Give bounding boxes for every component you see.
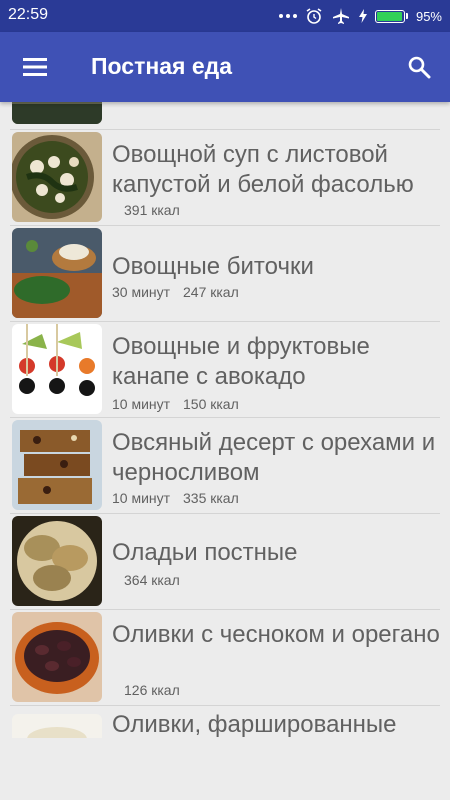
recipe-title: Овсяный десерт с орехами и черносливом	[112, 429, 436, 486]
recipe-item[interactable]: Оливки с чесноком и орегано 126 ккал	[0, 612, 450, 704]
battery-percent: 95%	[415, 8, 442, 24]
menu-button[interactable]	[14, 46, 56, 88]
recipe-title: Овощные и фруктовые канапе с авокадо	[112, 333, 370, 390]
recipe-time: 10 минут	[112, 490, 171, 506]
recipe-thumbnail-partial	[12, 102, 102, 124]
app-bar: Постная еда	[0, 32, 450, 102]
recipe-calories: 391 ккал	[124, 202, 180, 218]
recipe-time: 10 минут	[112, 396, 171, 412]
charging-icon	[358, 9, 367, 23]
recipe-calories: 364 ккал	[124, 572, 180, 588]
recipe-calories: 247 ккал	[183, 284, 239, 300]
recipe-thumbnail	[12, 516, 102, 606]
page-title: Постная еда	[91, 53, 233, 79]
recipe-thumbnail	[12, 132, 102, 222]
recipe-item[interactable]: Овощные и фруктовые канапе с авокадо 10 …	[0, 324, 450, 416]
recipe-time: 30 минут	[112, 284, 171, 300]
recipe-list[interactable]: Овощной суп с листовой капустой и белой …	[0, 102, 450, 738]
recipe-item[interactable]: Овощной суп с листовой капустой и белой …	[0, 132, 450, 224]
recipe-thumbnail	[12, 324, 102, 414]
recipe-thumbnail	[12, 714, 102, 738]
recipe-thumbnail	[12, 612, 102, 702]
recipe-item[interactable]: Овсяный десерт с орехами и черносливом 1…	[0, 420, 450, 512]
status-icons: 95%	[278, 4, 442, 28]
more-dots-icon	[278, 14, 297, 18]
recipe-title: Овощные биточки	[112, 253, 314, 280]
status-time: 22:59	[8, 6, 49, 23]
search-icon	[408, 56, 431, 79]
recipe-title: Оладьи постные	[112, 539, 298, 566]
airplane-icon	[332, 8, 349, 24]
recipe-title: Оливки, фаршированные	[112, 711, 397, 738]
recipe-calories: 126 ккал	[124, 682, 180, 698]
recipe-title: Оливки с чесноком и орегано	[112, 621, 440, 648]
recipe-item[interactable]: Овощные биточки 30 минут 247 ккал	[0, 228, 450, 320]
battery-icon	[374, 9, 408, 23]
hamburger-icon	[23, 58, 47, 76]
recipe-item[interactable]: Оливки, фаршированные	[0, 708, 450, 738]
status-bar: 22:59 95%	[0, 0, 450, 32]
recipe-thumbnail	[12, 420, 102, 510]
recipe-calories: 150 ккал	[183, 396, 239, 412]
recipe-item[interactable]: Оладьи постные 364 ккал	[0, 516, 450, 608]
search-button[interactable]	[398, 46, 440, 88]
alarm-icon	[306, 8, 322, 24]
recipe-title: Овощной суп с листовой капустой и белой …	[112, 141, 414, 198]
recipe-thumbnail	[12, 228, 102, 318]
recipe-calories: 335 ккал	[183, 490, 239, 506]
